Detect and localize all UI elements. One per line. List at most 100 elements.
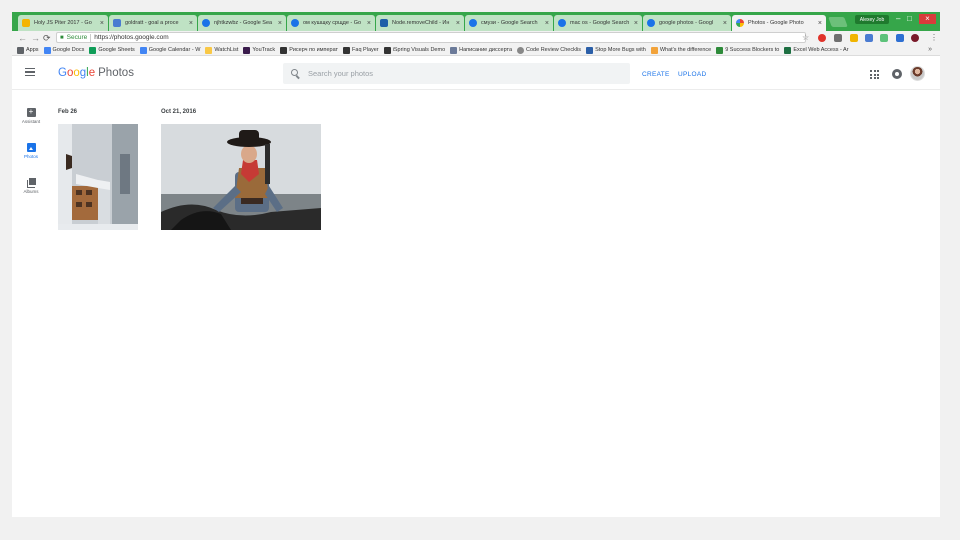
extension-icon[interactable] xyxy=(896,34,904,42)
tab-close-icon[interactable]: × xyxy=(818,20,822,27)
opera-extension-icon[interactable] xyxy=(818,34,826,42)
browser-tab[interactable]: ом кушщку срщде - Go × xyxy=(287,15,375,31)
close-window-icon[interactable]: × xyxy=(919,14,936,24)
back-arrow-icon[interactable]: ← xyxy=(18,32,27,44)
browser-tab[interactable]: goldratt - goal a proce × xyxy=(109,15,197,31)
tab-title: google photos - Googl xyxy=(659,20,714,26)
photo-thumbnail-house[interactable] xyxy=(58,124,138,230)
maximize-icon[interactable]: □ xyxy=(907,15,912,23)
calendar-icon xyxy=(139,46,147,54)
extension-icon[interactable] xyxy=(911,34,919,42)
avatar[interactable] xyxy=(910,66,925,81)
nav-item-photos[interactable]: Photos xyxy=(12,143,50,159)
bookmarks-overflow-icon[interactable]: » xyxy=(928,46,932,53)
medium-icon xyxy=(716,46,724,54)
tab-close-icon[interactable]: × xyxy=(456,20,460,27)
bookmark-item[interactable]: What's the difference xyxy=(650,46,711,54)
google-apps-icon[interactable] xyxy=(870,70,879,79)
browser-tab-active[interactable]: Photos - Google Photo × xyxy=(732,15,826,31)
bookmark-label: Google Docs xyxy=(52,47,85,53)
browser-tab[interactable]: смузи - Google Search × xyxy=(465,15,553,31)
bookmark-label: Code Review Checklis xyxy=(526,47,582,53)
pocket-extension-icon[interactable] xyxy=(834,34,842,42)
bookmark-item[interactable]: Code Review Checklis xyxy=(517,46,582,54)
bookmark-item[interactable]: Google Docs xyxy=(43,46,85,54)
google-favicon-icon xyxy=(202,19,210,27)
new-tab-button[interactable] xyxy=(828,17,848,27)
albums-icon xyxy=(26,178,36,188)
folder-icon xyxy=(205,46,213,54)
create-button[interactable]: CREATE xyxy=(642,71,670,78)
tab-close-icon[interactable]: × xyxy=(278,20,282,27)
bookmark-item[interactable]: Google Calendar - W xyxy=(139,46,200,54)
photo-thumbnail-cowboy[interactable] xyxy=(161,124,321,230)
tab-title: Photos - Google Photo xyxy=(748,20,804,26)
tab-close-icon[interactable]: × xyxy=(634,20,638,27)
date-group-label: Feb 26 xyxy=(58,109,78,115)
nav-item-albums[interactable]: Albums xyxy=(12,178,50,194)
bookmark-item[interactable]: 9 Success Blockers to xyxy=(716,46,779,54)
assistant-icon xyxy=(26,106,36,117)
tab-title: mac os - Google Search xyxy=(570,20,630,26)
tab-close-icon[interactable]: × xyxy=(189,20,193,27)
page-icon xyxy=(280,46,288,54)
browser-tab[interactable]: njhtkzwbz - Google Sea × xyxy=(198,15,286,31)
bookmark-item[interactable]: Stop More Bugs with xyxy=(586,46,646,54)
google-photos-logo[interactable]: Google Photos xyxy=(58,66,134,80)
search-bar[interactable] xyxy=(283,63,630,84)
tab-title: goldratt - goal a proce xyxy=(125,20,179,26)
bookmark-label: YouTrack xyxy=(252,47,276,53)
profile-badge[interactable]: Alexey Job xyxy=(855,15,889,24)
bookmark-label: WatchList xyxy=(214,47,239,53)
bookmarks-bar: Apps Google Docs Google Sheets Google Ca… xyxy=(12,45,940,56)
browser-tab[interactable]: Holy JS Piter 2017 - Go × xyxy=(18,15,108,31)
browser-tab[interactable]: Node.removeChild - Ин × xyxy=(376,15,464,31)
bookmark-item[interactable]: Google Sheets xyxy=(89,46,135,54)
page-icon xyxy=(650,46,658,54)
tab-close-icon[interactable]: × xyxy=(100,20,104,27)
browser-toolbar: ← → ⟳ ■ Secure https://photos.google.com… xyxy=(12,31,940,45)
bookmark-item[interactable]: Написание диссерта xyxy=(450,46,512,54)
google-favicon-icon xyxy=(647,19,655,27)
search-icon[interactable] xyxy=(291,69,300,78)
address-bar[interactable]: ■ Secure https://photos.google.com xyxy=(56,32,806,43)
globe-icon xyxy=(517,46,525,54)
browser-menu-icon[interactable]: ⋮ xyxy=(930,32,938,44)
search-input[interactable] xyxy=(308,69,608,78)
nav-item-assistant[interactable]: Assistant xyxy=(12,106,50,124)
logo-product-name: Photos xyxy=(98,67,134,79)
bookmark-item[interactable]: iSpring Visuals Demo xyxy=(383,46,445,54)
tab-close-icon[interactable]: × xyxy=(367,20,371,27)
nav-label: Assistant xyxy=(21,119,41,124)
page-icon xyxy=(586,46,594,54)
upload-button[interactable]: UPLOAD xyxy=(678,71,707,78)
tab-favicon-icon xyxy=(113,19,121,27)
browser-tab[interactable]: google photos - Googl × xyxy=(643,15,731,31)
notifications-icon[interactable] xyxy=(892,69,902,79)
main-menu-icon[interactable] xyxy=(25,68,35,76)
reload-icon[interactable]: ⟳ xyxy=(43,32,51,44)
tab-close-icon[interactable]: × xyxy=(723,20,727,27)
tab-close-icon[interactable]: × xyxy=(545,20,549,27)
page-icon xyxy=(343,46,351,54)
bookmark-item[interactable]: Рисерч по императ xyxy=(280,46,338,54)
bookmark-star-icon[interactable]: ☆ xyxy=(802,32,809,44)
bookmark-item[interactable]: Faq Player xyxy=(343,46,379,54)
forward-arrow-icon[interactable]: → xyxy=(31,32,40,44)
logo-letter: G xyxy=(58,67,67,79)
bookmark-item[interactable]: Apps xyxy=(17,46,39,54)
bookmark-item[interactable]: YouTrack xyxy=(243,46,276,54)
minimize-icon[interactable]: – xyxy=(896,15,900,23)
extension-icon[interactable] xyxy=(865,34,873,42)
nav-label: Albums xyxy=(23,189,39,194)
nav-label: Photos xyxy=(23,154,38,159)
extension-icon[interactable] xyxy=(850,34,858,42)
bookmark-item[interactable]: WatchList xyxy=(205,46,239,54)
google-favicon-icon xyxy=(291,19,299,27)
secure-label: Secure xyxy=(66,34,88,41)
extension-icon[interactable] xyxy=(880,34,888,42)
browser-tab[interactable]: mac os - Google Search × xyxy=(554,15,642,31)
bookmark-item[interactable]: Excel Web Access - Ar xyxy=(784,46,849,54)
tab-title: Holy JS Piter 2017 - Go xyxy=(34,20,92,26)
page-icon xyxy=(383,46,391,54)
